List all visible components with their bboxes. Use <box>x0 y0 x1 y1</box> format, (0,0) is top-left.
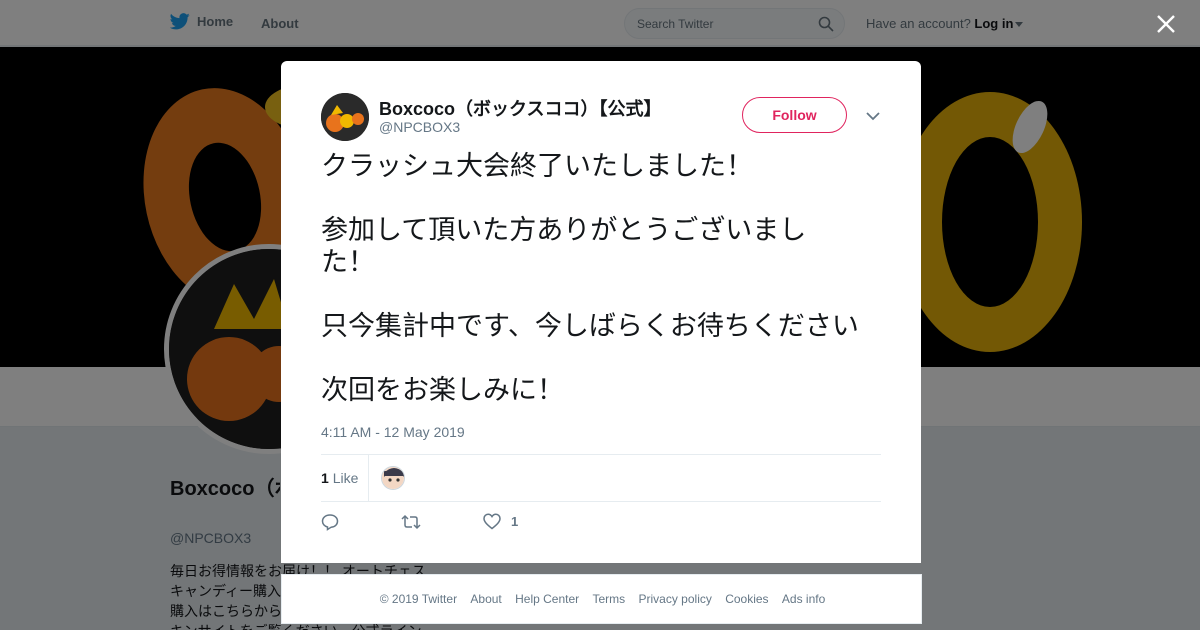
footer-link-terms[interactable]: Terms <box>592 592 625 606</box>
footer-link-about[interactable]: About <box>470 592 501 606</box>
reply-icon <box>321 514 339 531</box>
likes-label: Like <box>332 470 359 486</box>
footer-link-help-center[interactable]: Help Center <box>515 592 579 606</box>
retweet-icon <box>401 514 421 530</box>
tweet-line: た！ <box>321 247 375 278</box>
author-name[interactable]: Boxcoco（ボックスココ）【公式】 <box>379 95 661 121</box>
author-avatar[interactable] <box>321 93 369 141</box>
tweet-line: 只今集計中です、今しばらくお待ちください <box>321 311 859 342</box>
reply-button[interactable] <box>321 513 349 531</box>
footer-links: © 2019 Twitter About Help Center Terms P… <box>282 592 923 606</box>
liker-avatar[interactable] <box>381 466 405 490</box>
tweet-text: クラッシュ大会終了いたしました！ 参加して頂いた方ありがとうございまし た！ 只… <box>321 151 891 407</box>
footer-link-ads-info[interactable]: Ads info <box>782 592 825 606</box>
footer: © 2019 Twitter About Help Center Terms P… <box>281 574 922 624</box>
stats-divider <box>368 455 369 502</box>
tweet-actions: 1 <box>321 513 881 537</box>
tweet-stats: 1 Like <box>321 454 881 502</box>
tweet-line: 参加して頂いた方ありがとうございまし <box>321 215 807 246</box>
like-count: 1 <box>511 514 519 529</box>
tweet-timestamp[interactable]: 4:11 AM - 12 May 2019 <box>321 424 465 440</box>
tweet-line: 次回をお楽しみに！ <box>321 375 564 406</box>
retweet-button[interactable] <box>401 513 431 531</box>
footer-link-cookies[interactable]: Cookies <box>725 592 768 606</box>
like-button[interactable]: 1 <box>483 513 518 530</box>
footer-link-privacy[interactable]: Privacy policy <box>639 592 712 606</box>
likes-count[interactable]: 1 Like <box>321 470 358 486</box>
close-icon[interactable] <box>1155 13 1177 35</box>
heart-icon <box>483 513 501 530</box>
author-handle[interactable]: @NPCBOX3 <box>379 119 460 135</box>
tweet-line: クラッシュ大会終了いたしました！ <box>321 151 753 182</box>
footer-copyright: © 2019 Twitter <box>379 592 458 606</box>
likes-number: 1 <box>321 470 329 486</box>
follow-button[interactable]: Follow <box>742 97 847 133</box>
tweet-modal: Boxcoco（ボックスココ）【公式】 @NPCBOX3 Follow クラッシ… <box>281 61 921 563</box>
chevron-down-icon[interactable] <box>866 111 880 121</box>
